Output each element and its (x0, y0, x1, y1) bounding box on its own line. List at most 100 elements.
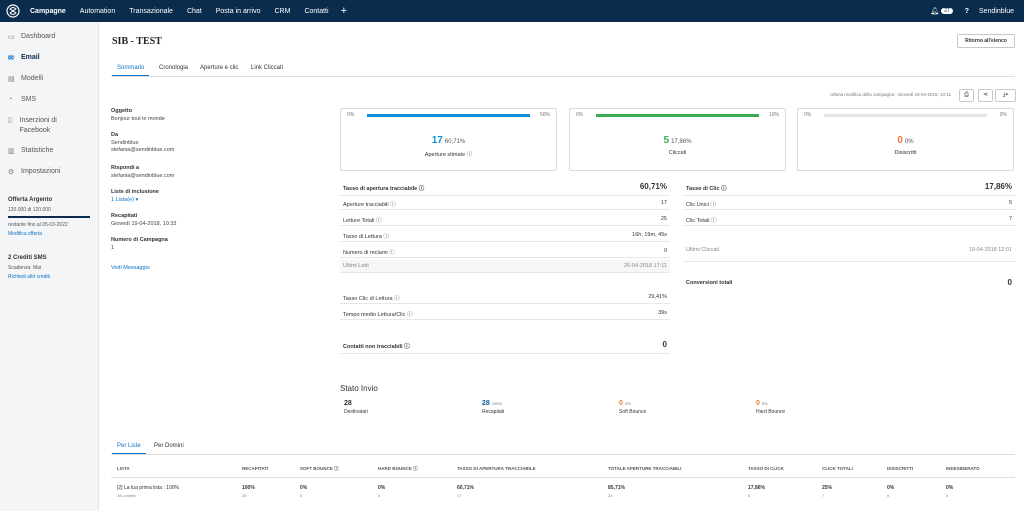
table-header-divider (111, 477, 1015, 478)
tab-per-liste[interactable]: Per Liste (112, 443, 146, 454)
campaign-number-block: Numero di Campagna 1 (111, 237, 211, 252)
opens-value: 17 (431, 135, 443, 146)
untracked-contacts-row: Contatti non tracciabili ⓘ 0 (340, 338, 670, 354)
back-to-list-button[interactable]: Ritorno all'elenco (957, 34, 1015, 48)
unsub-card-max: 0% (999, 112, 1007, 118)
divider (683, 261, 1015, 262)
column-header: SOFT BOUNCE ⓘ (300, 466, 339, 471)
sidebar-item-label: Inserzioni di Facebook (19, 117, 57, 134)
nav-contatti[interactable]: Contatti (304, 8, 328, 15)
info-icon[interactable]: ⓘ (389, 250, 395, 256)
table-cell: 17,86% (748, 485, 765, 491)
table-subcell: 7 (822, 493, 825, 498)
sidebar-item-impostazioni[interactable]: ⚙ Impostazioni (8, 168, 60, 176)
info-icon[interactable]: ⓘ (404, 344, 410, 350)
info-icon[interactable]: ⓘ (383, 234, 389, 240)
info-icon[interactable]: ⓘ (390, 202, 396, 208)
stat-label: Numero di reclami (343, 250, 388, 256)
tab-link-cliccati[interactable]: Link Cliccati (251, 65, 283, 71)
info-icon[interactable]: ⓘ (376, 218, 382, 224)
opens-card-label: Aperture stimate ⓘ (341, 150, 556, 158)
sendinblue-logo-icon[interactable] (6, 4, 20, 18)
click-rate-value: 17,86% (984, 182, 1012, 191)
stat-row: Aperture tracciabili ⓘ 17 (340, 197, 670, 210)
open-rate-label: Tasso di apertura tracciabile (343, 186, 418, 192)
info-icon[interactable]: ⓘ (710, 202, 716, 208)
nav-crm[interactable]: CRM (274, 8, 290, 15)
subject-label: Oggetto (111, 108, 133, 114)
print-button[interactable]: ⎙ (959, 89, 974, 102)
table-subcell: 0 (946, 493, 949, 498)
sidebar-item-modelli[interactable]: ▤ Modelli (8, 75, 43, 83)
add-nav-button[interactable]: + (341, 5, 347, 17)
nav-posta-in-arrivo[interactable]: Posta in arrivo (216, 8, 261, 15)
info-icon[interactable]: ⓘ (711, 218, 717, 224)
lists-dropdown[interactable]: 1 Lista(e) ▾ (111, 197, 211, 204)
request-credits-link[interactable]: Richiedi altri crediti (8, 274, 90, 280)
from-block: Da Sendinblue stefania@sendinblue.com (111, 132, 211, 154)
top-navbar: Campagne Automation Transazionale Chat P… (0, 0, 1024, 22)
sidebar-item-label: Email (21, 54, 40, 61)
clicks-pct: 17,86% (671, 139, 692, 145)
bell-icon[interactable]: 🔔︎ (930, 7, 939, 15)
column-header: RECAPITATI (242, 466, 269, 471)
send-stat-label: Hard Bounce (756, 409, 786, 415)
opens-label: Aperture stimate (424, 152, 466, 158)
opens-pct: 60,71% (444, 139, 466, 145)
sidebar-item-sms[interactable]: ◔ SMS (8, 96, 36, 103)
sms-credits-expiry: Scadenza: Mai (8, 265, 42, 271)
sidebar-item-label: Modelli (21, 75, 44, 82)
info-icon[interactable]: ⓘ (407, 312, 413, 318)
sidebar-item-facebook[interactable]: ▯ Inserzioni di Facebook (8, 116, 78, 136)
sms-credits-title: 2 Crediti SMS (8, 255, 47, 261)
plan-progress-fill (8, 216, 90, 218)
account-menu[interactable]: Sendinblue (979, 8, 1014, 15)
tab-aperture-e-clic[interactable]: Aperture e clic (200, 65, 238, 71)
nav-campagne[interactable]: Campagne (30, 8, 66, 15)
nav-chat[interactable]: Chat (187, 8, 202, 15)
column-header: DISISCRITTI (887, 466, 914, 471)
from-name: Sendinblue (111, 140, 139, 146)
tab-per-domini[interactable]: Per Domini (154, 443, 184, 449)
subject-value: Bonjour tout le monde (111, 116, 165, 122)
facebook-icon: ▯ (8, 117, 12, 124)
sidebar-item-statistiche[interactable]: ▥ Statistiche (8, 147, 53, 155)
stat-label: Tasso Clic di Lettura (343, 296, 393, 302)
sidebar-item-dashboard[interactable]: ▭ Dashboard (8, 33, 55, 41)
table-cell: [2] La tua prima lista : 100% (117, 485, 179, 491)
help-icon[interactable]: ? (965, 8, 969, 15)
column-header: TASSO DI APERTURA TRACCIABILE (457, 466, 536, 471)
settings-icon: ⚙ (8, 169, 15, 176)
info-icon[interactable]: ⓘ (419, 186, 425, 192)
download-dropdown-button[interactable]: ⤓▾ (995, 89, 1016, 102)
info-icon[interactable]: ⓘ (394, 296, 400, 302)
sidebar-item-email[interactable]: ✉ Email (8, 54, 40, 62)
stat-label: Clic Unici (686, 202, 709, 208)
info-icon[interactable]: ⓘ (467, 152, 473, 158)
send-stat-recipients: 28 Destinatari (344, 400, 368, 415)
clicks-card-label: Cliccati (668, 150, 687, 156)
opens-card-bar-fill (367, 114, 530, 117)
stat-row: Clic Unici ⓘ 5 (683, 197, 1015, 210)
clicks-card-min: 0% (576, 112, 584, 118)
unsub-value: 0 (897, 135, 903, 146)
modify-plan-link[interactable]: Modifica offerta (8, 231, 90, 237)
main-content: SIB - TEST Ritorno all'elenco Sommario C… (99, 22, 1024, 511)
share-button[interactable]: ⋖ (978, 89, 993, 102)
table-cell: 85,71% (608, 485, 625, 491)
column-header: LISTA (117, 466, 130, 471)
reply-to-block: Rispondi a stefania@sendinblue.com (111, 165, 211, 180)
last-modified-text: Ultima modifica della campagna : Giovedì… (830, 92, 951, 97)
tab-cronologia[interactable]: Cronologia (159, 65, 188, 71)
delivered-label: Recapitati (111, 213, 138, 219)
info-icon[interactable]: ⓘ (721, 186, 727, 192)
last-clicks-row: Ultimi Cliccati 19-04-2018 12:01 (683, 244, 1015, 257)
plan-box: Offerta Argento 120.000 di 120.000 resta… (8, 197, 90, 237)
table-cell: 0% (300, 485, 308, 491)
view-message-link[interactable]: Vedi Messaggio (111, 265, 211, 272)
tab-sommario[interactable]: Sommario (111, 65, 150, 76)
nav-automation[interactable]: Automation (80, 8, 115, 15)
nav-transazionale[interactable]: Transazionale (129, 8, 173, 15)
stat-row: Numero di reclami ⓘ 0 (340, 245, 670, 258)
table-subcell: 0 (378, 493, 381, 498)
